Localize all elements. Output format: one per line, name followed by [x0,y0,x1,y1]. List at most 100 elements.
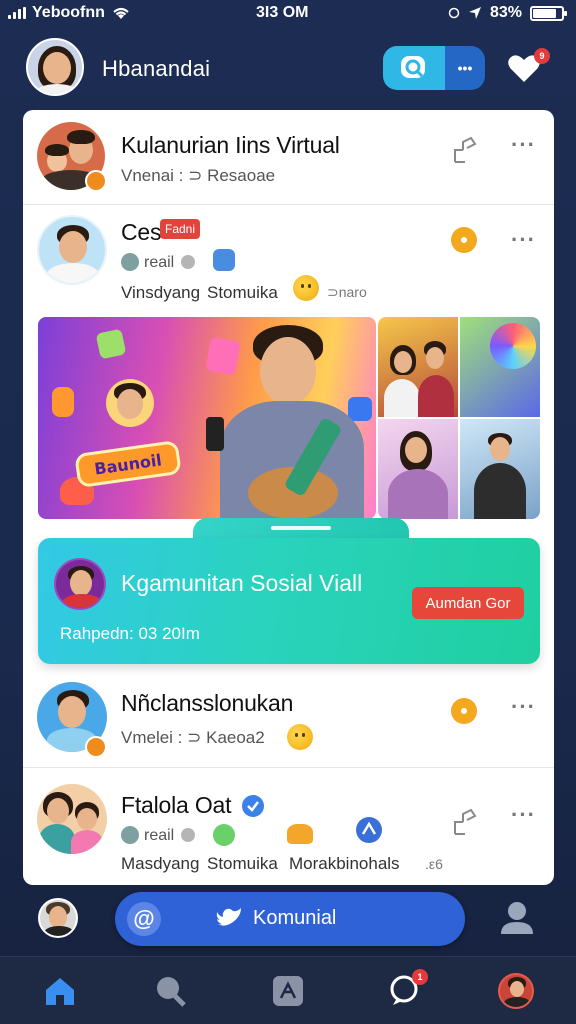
smile-emoji-icon [293,275,319,301]
game-logo: Baunoil [74,439,182,489]
item-meta-right: Morakbinohals [289,854,400,873]
more-options-icon[interactable]: ··· [511,132,536,158]
child-avatar [106,379,154,427]
tab-bar: 1 [0,956,576,1024]
notifications-button[interactable]: 9 [506,48,550,88]
item-title: Nñclansslonukan [121,690,294,716]
list-item[interactable]: Ces Fadni reail Vinsdyang Stomuika ⊃naro… [23,205,554,303]
app-header: Hbanandai ••• 9 [0,36,576,100]
person-icon[interactable] [497,900,537,936]
item-subtitle: Vnenai : ⊃ Resaoae [121,166,276,185]
more-options-icon[interactable]: ··· [511,694,536,720]
item-meta-left: Vinsdyang [121,283,201,302]
featured-image[interactable]: Baunoil [38,317,376,519]
smile-emoji-icon [287,724,313,750]
my-avatar[interactable] [38,898,78,938]
community-input[interactable]: @ Komunial [115,892,465,946]
status-dot [85,736,107,758]
app-icon [213,824,235,846]
banner-time: Rahpedn: 03 20Im [60,624,200,643]
list-item[interactable]: Ftalola Oat reail Masdyang Stomuika Mora… [23,768,554,885]
page-title: Hbanandai [102,56,211,81]
tab-create[interactable] [268,971,308,1011]
item-title: Kulanurian Iins Virtual [121,132,340,158]
status-time: 3I3 OM [256,4,309,21]
messages-badge: 1 [412,969,428,985]
compose-icon [273,976,303,1006]
community-banner[interactable]: Kgamunitan Sosial Viall Rahpedn: 03 20Im… [38,538,540,664]
image-grid [378,317,540,519]
status-left: Yeboofnn [8,4,131,22]
tab-messages[interactable]: 1 [384,969,428,1011]
item-title: Ces [121,219,162,245]
reaction-text: reail [144,254,175,271]
bird-icon [216,908,241,926]
composer-row: @ Komunial [0,890,576,948]
mention-icon[interactable]: @ [127,902,161,936]
chat-icon[interactable] [451,227,477,253]
item-title: Ftalola Oat [121,792,232,818]
cat-sticker-icon [287,824,313,844]
notification-badge: 9 [534,48,550,64]
tab-search[interactable] [150,971,190,1011]
check-icon [181,255,195,269]
verified-icon [242,795,264,817]
more-icon: ••• [457,60,473,76]
cube-icon [95,328,127,360]
item-meta-right: ⊃naro [327,284,367,300]
input-label: Komunial [253,907,337,929]
status-bar: Yeboofnn 3I3 OM 83% [0,0,576,28]
share-icon[interactable] [451,136,479,164]
chat-icon[interactable] [451,698,477,724]
item-meta-mid: Stomuika [207,283,278,302]
reaction-text: reail [144,827,175,844]
home-icon [46,978,74,1005]
battery-fill [533,8,557,18]
status-right: 83% [448,4,567,22]
list-item[interactable]: Nñclansslonukan Vmelei : ⊃ Kaeoa2 ··· [23,668,554,768]
location-icon [468,7,481,19]
tab-profile[interactable] [496,971,536,1011]
grid-image-1[interactable] [378,317,458,417]
join-button[interactable]: Aumdan Gor [412,587,524,619]
search-icon [401,56,425,78]
feed-card: Kulanurian Iins Virtual Vnenai : ⊃ Resao… [23,110,554,885]
share-icon[interactable] [451,808,479,836]
search-icon [157,977,186,1007]
more-button[interactable]: ••• [445,46,485,90]
item-meta-left: Masdyang [121,854,200,873]
group-avatar [37,784,107,854]
battery-percent: 83% [489,4,522,21]
profile-tab-avatar [498,973,534,1009]
send-icon [356,817,382,843]
header-actions: ••• [383,46,485,90]
list-item[interactable]: Kulanurian Iins Virtual Vnenai : ⊃ Resao… [23,110,554,205]
wifi-icon [113,7,129,19]
item-tag: Fadni [160,219,201,239]
carrier-name: Yeboofnn [32,4,105,21]
search-button[interactable] [383,46,445,90]
battery-icon [530,5,567,21]
check-icon [181,828,195,842]
phone-icon [52,387,74,417]
ball-icon [490,323,536,369]
tab-home[interactable] [40,971,80,1011]
grid-image-3[interactable] [378,419,458,519]
status-dot [85,170,107,192]
alarm-icon [448,7,460,19]
grid-image-4[interactable] [460,419,540,519]
app-icon [213,249,235,271]
phone-in-hand [206,417,224,451]
tag-icon [205,336,241,376]
more-options-icon[interactable]: ··· [511,802,536,828]
chat-bubble-icon [348,397,372,421]
banner-avatar [54,558,106,610]
user-avatar [37,215,107,285]
banner-title: Kgamunitan Sosial Viall [121,570,363,596]
profile-avatar[interactable] [26,38,84,96]
signal-icon [8,7,26,19]
reaction-icon [121,826,139,844]
grid-image-2[interactable] [460,317,540,417]
item-meta-mid: Stomuika [207,854,278,873]
more-options-icon[interactable]: ··· [511,227,536,253]
